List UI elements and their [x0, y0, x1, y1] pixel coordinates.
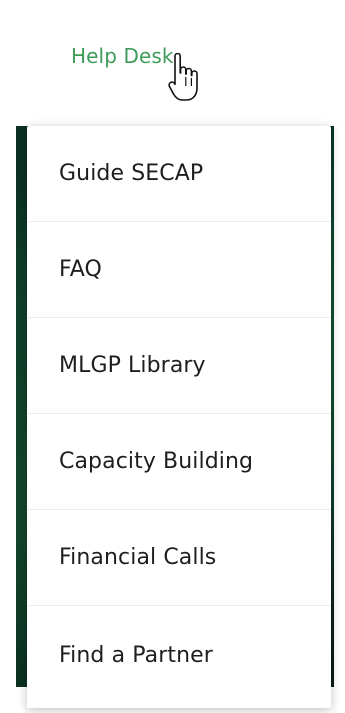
menu-item-capacity-building[interactable]: Capacity Building	[27, 414, 331, 510]
header-nav: Help Desk	[16, 10, 334, 126]
menu-item-label: Capacity Building	[59, 449, 254, 474]
menu-item-financial-calls[interactable]: Financial Calls	[27, 510, 331, 606]
menu-item-label: MLGP Library	[59, 353, 206, 378]
menu-item-guide-secap[interactable]: Guide SECAP	[27, 126, 331, 222]
dropdown-list: Guide SECAP FAQ MLGP Library Capacity Bu…	[27, 126, 331, 704]
help-desk-link[interactable]: Help Desk	[71, 44, 174, 68]
menu-item-faq[interactable]: FAQ	[27, 222, 331, 318]
menu-item-find-a-partner[interactable]: Find a Partner	[27, 606, 331, 704]
help-desk-dropdown-menu: Guide SECAP FAQ MLGP Library Capacity Bu…	[27, 126, 331, 708]
menu-item-label: Guide SECAP	[59, 161, 204, 186]
menu-item-label: FAQ	[59, 257, 102, 282]
menu-item-mlgp-library[interactable]: MLGP Library	[27, 318, 331, 414]
menu-item-label: Financial Calls	[59, 545, 217, 570]
menu-item-label: Find a Partner	[59, 642, 213, 668]
